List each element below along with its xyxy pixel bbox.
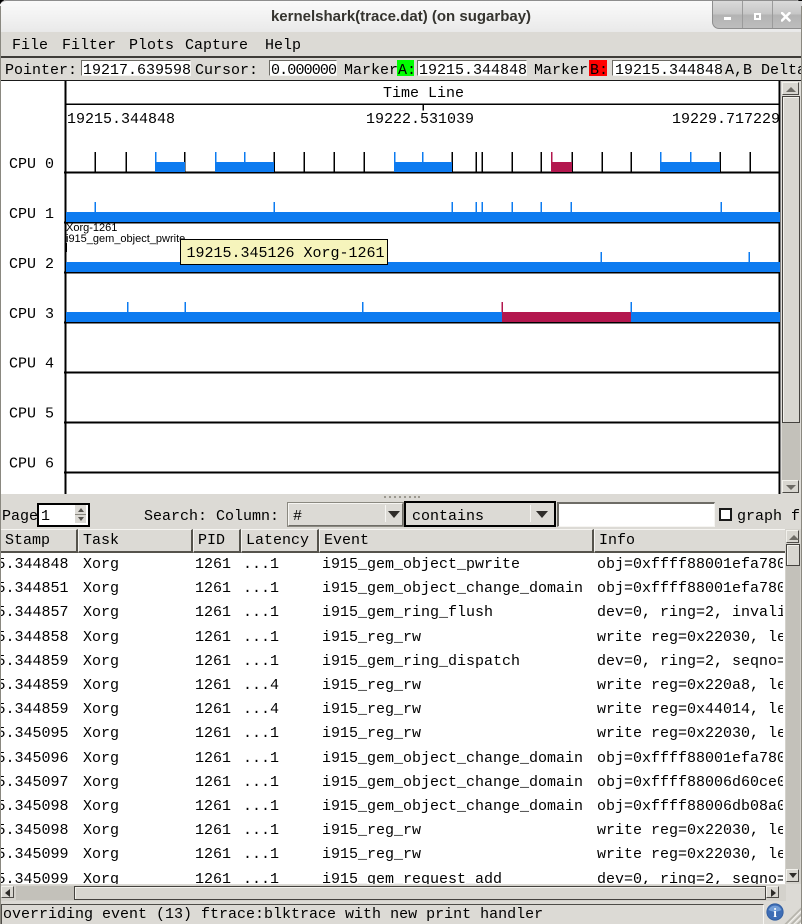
svg-text:CPU 2: CPU 2	[9, 256, 54, 273]
svg-text:i915_gem_object_pwrite: i915_gem_object_pwrite	[66, 233, 185, 245]
svg-text:CPU 4: CPU 4	[9, 356, 54, 373]
svg-text:CPU 6: CPU 6	[9, 456, 54, 473]
svg-text:19222.531039: 19222.531039	[366, 111, 474, 128]
svg-text:CPU 1: CPU 1	[9, 206, 54, 223]
svg-text:CPU 5: CPU 5	[9, 406, 54, 423]
svg-text:Time Line: Time Line	[383, 85, 464, 102]
svg-text:CPU 3: CPU 3	[9, 306, 54, 323]
svg-text:CPU 0: CPU 0	[9, 156, 54, 173]
svg-text:19215.344848: 19215.344848	[67, 111, 175, 128]
svg-text:19215.345126 Xorg-1261: 19215.345126 Xorg-1261	[187, 245, 385, 262]
svg-text:i: i	[773, 905, 777, 920]
svg-text:19229.717229: 19229.717229	[672, 111, 780, 128]
